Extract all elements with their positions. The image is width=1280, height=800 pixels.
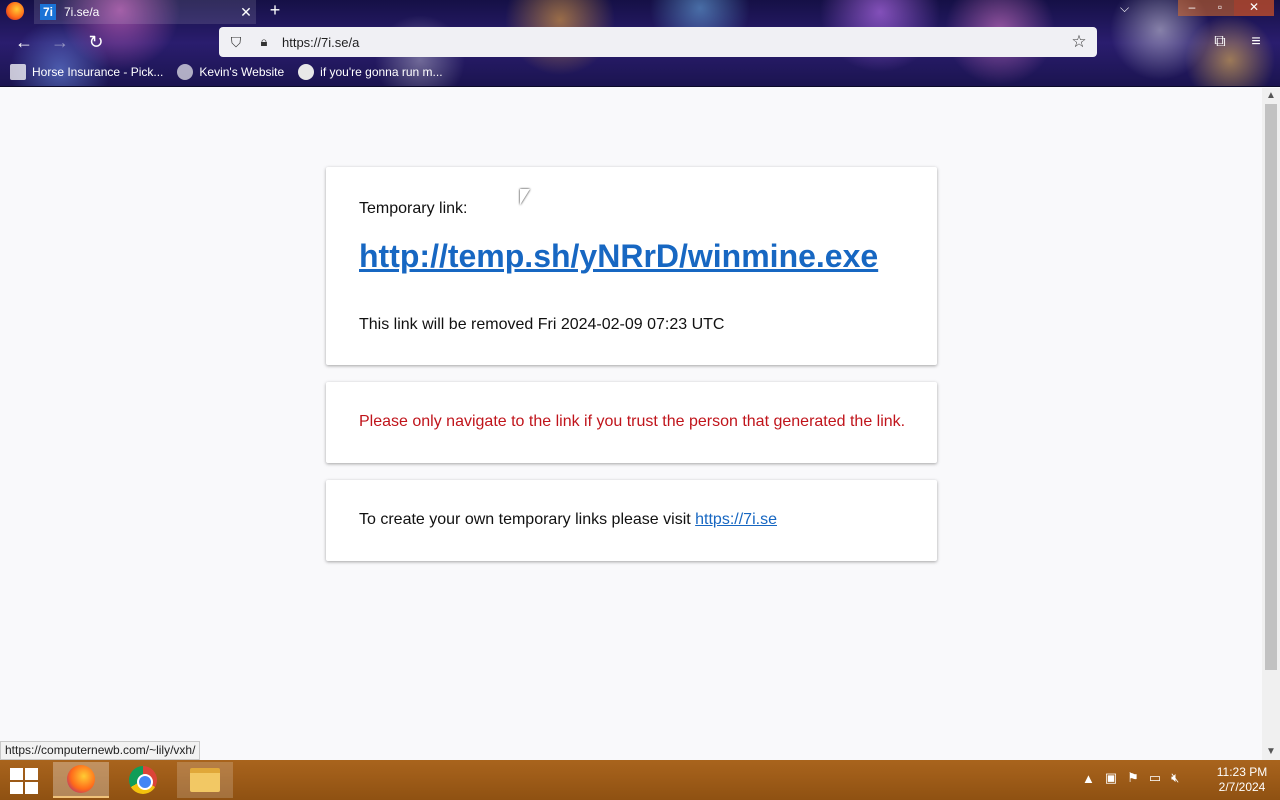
tab-title: 7i.se/a xyxy=(64,5,100,19)
create-link-text: To create your own temporary links pleas… xyxy=(359,511,777,529)
scroll-down-arrow-icon[interactable]: ▼ xyxy=(1262,744,1280,760)
vertical-scrollbar[interactable]: ▲ ▼ xyxy=(1262,88,1280,760)
bookmark-item[interactable]: if you're gonna run m... xyxy=(298,64,443,80)
flag-icon[interactable]: ⚑ xyxy=(1127,770,1139,786)
firefox-menu-icon[interactable] xyxy=(6,2,24,20)
show-hidden-icons-icon[interactable]: ▲ xyxy=(1082,771,1095,786)
scroll-thumb[interactable] xyxy=(1265,104,1277,670)
bookmark-item[interactable]: Horse Insurance - Pick... xyxy=(10,64,163,80)
url-bar[interactable]: ⛉ 🔒︎ https://7i.se/a ☆ xyxy=(219,27,1097,57)
taskbar-firefox[interactable] xyxy=(53,762,109,798)
outlook-icon[interactable]: ▣ xyxy=(1105,770,1117,786)
create-link-card: To create your own temporary links pleas… xyxy=(326,480,937,561)
system-tray: ▲ ▣ ⚑ ▭ 🔇︎ xyxy=(1082,770,1189,786)
face-icon xyxy=(298,64,315,80)
clock-date: 2/7/2024 xyxy=(1218,780,1266,794)
new-tab-button[interactable]: + xyxy=(264,0,286,22)
bookmark-label: Horse Insurance - Pick... xyxy=(32,65,164,79)
taskbar-chrome[interactable] xyxy=(115,762,171,798)
taskbar-clock[interactable]: 11:23 PM 2/7/2024 xyxy=(1212,765,1272,795)
windows-logo-icon xyxy=(10,768,23,780)
start-button[interactable] xyxy=(8,766,40,794)
bookmarks-toolbar: Horse Insurance - Pick... Kevin's Websit… xyxy=(0,60,1280,84)
browser-chrome: 7i 7i.se/a ✕ + ⌵ – ▫ ✕ ← → ↻ ⛉ 🔒︎ https:… xyxy=(0,0,1280,87)
tab-active[interactable]: 7i 7i.se/a ✕ xyxy=(34,0,256,24)
taskbar: ▲ ▣ ⚑ ▭ 🔇︎ 11:23 PM 2/7/2024 xyxy=(0,760,1280,800)
mouse-cursor-icon xyxy=(520,189,530,205)
firefox-icon xyxy=(67,765,95,793)
bookmark-label: Kevin's Website xyxy=(199,65,285,79)
warning-card: Please only navigate to the link if you … xyxy=(326,382,937,463)
tab-favicon-icon: 7i xyxy=(40,4,56,20)
shield-icon[interactable]: ⛉ xyxy=(228,34,244,50)
create-link-prefix: To create your own temporary links pleas… xyxy=(359,511,696,528)
minimize-button[interactable]: – xyxy=(1178,0,1206,16)
tab-close-icon[interactable]: ✕ xyxy=(236,4,256,21)
clock-time: 11:23 PM xyxy=(1216,765,1268,779)
expiry-notice: This link will be removed Fri 2024-02-09… xyxy=(359,316,725,333)
bookmark-favicon-icon xyxy=(10,64,26,80)
temporary-link[interactable]: http://temp.sh/yNRrD/winmine.exe xyxy=(359,238,878,275)
globe-icon xyxy=(177,64,194,80)
bookmark-item[interactable]: Kevin's Website xyxy=(177,64,284,80)
maximize-button[interactable]: ▫ xyxy=(1206,0,1234,16)
status-bar-url: https://computernewb.com/~lily/vxh/ xyxy=(0,741,201,760)
bookmark-star-icon[interactable]: ☆ xyxy=(1069,32,1089,52)
extensions-icon[interactable]: ⧉ xyxy=(1208,30,1232,54)
page-content: Temporary link: http://temp.sh/yNRrD/win… xyxy=(0,88,1262,760)
windows-logo-icon xyxy=(10,782,23,794)
navigation-toolbar: ← → ↻ ⛉ 🔒︎ https://7i.se/a ☆ ⧉ ≡ xyxy=(0,26,1280,58)
taskbar-file-explorer[interactable] xyxy=(177,762,233,798)
scroll-up-arrow-icon[interactable]: ▲ xyxy=(1262,88,1280,104)
reload-button[interactable]: ↻ xyxy=(83,30,109,54)
windows-logo-icon xyxy=(25,782,38,794)
create-link-anchor[interactable]: https://7i.se xyxy=(695,511,777,528)
chrome-icon xyxy=(129,766,157,794)
bookmark-label: if you're gonna run m... xyxy=(320,65,443,79)
close-window-button[interactable]: ✕ xyxy=(1234,0,1274,16)
network-icon[interactable]: ▭ xyxy=(1149,770,1161,786)
list-all-tabs-icon[interactable]: ⌵ xyxy=(1120,1,1129,16)
forward-button[interactable]: → xyxy=(47,30,73,54)
trust-warning: Please only navigate to the link if you … xyxy=(359,413,906,430)
temporary-link-label: Temporary link: xyxy=(359,200,468,217)
hamburger-menu-icon[interactable]: ≡ xyxy=(1244,30,1268,54)
volume-muted-icon[interactable]: 🔇︎ xyxy=(1171,770,1179,786)
lock-icon[interactable]: 🔒︎ xyxy=(257,34,271,50)
tab-strip: 7i 7i.se/a ✕ + ⌵ – ▫ ✕ xyxy=(0,0,1280,24)
folder-icon xyxy=(190,768,220,792)
url-text[interactable]: https://7i.se/a xyxy=(282,35,1069,50)
temporary-link-card: Temporary link: http://temp.sh/yNRrD/win… xyxy=(326,167,937,365)
back-button[interactable]: ← xyxy=(11,30,37,54)
windows-logo-icon xyxy=(25,768,38,780)
